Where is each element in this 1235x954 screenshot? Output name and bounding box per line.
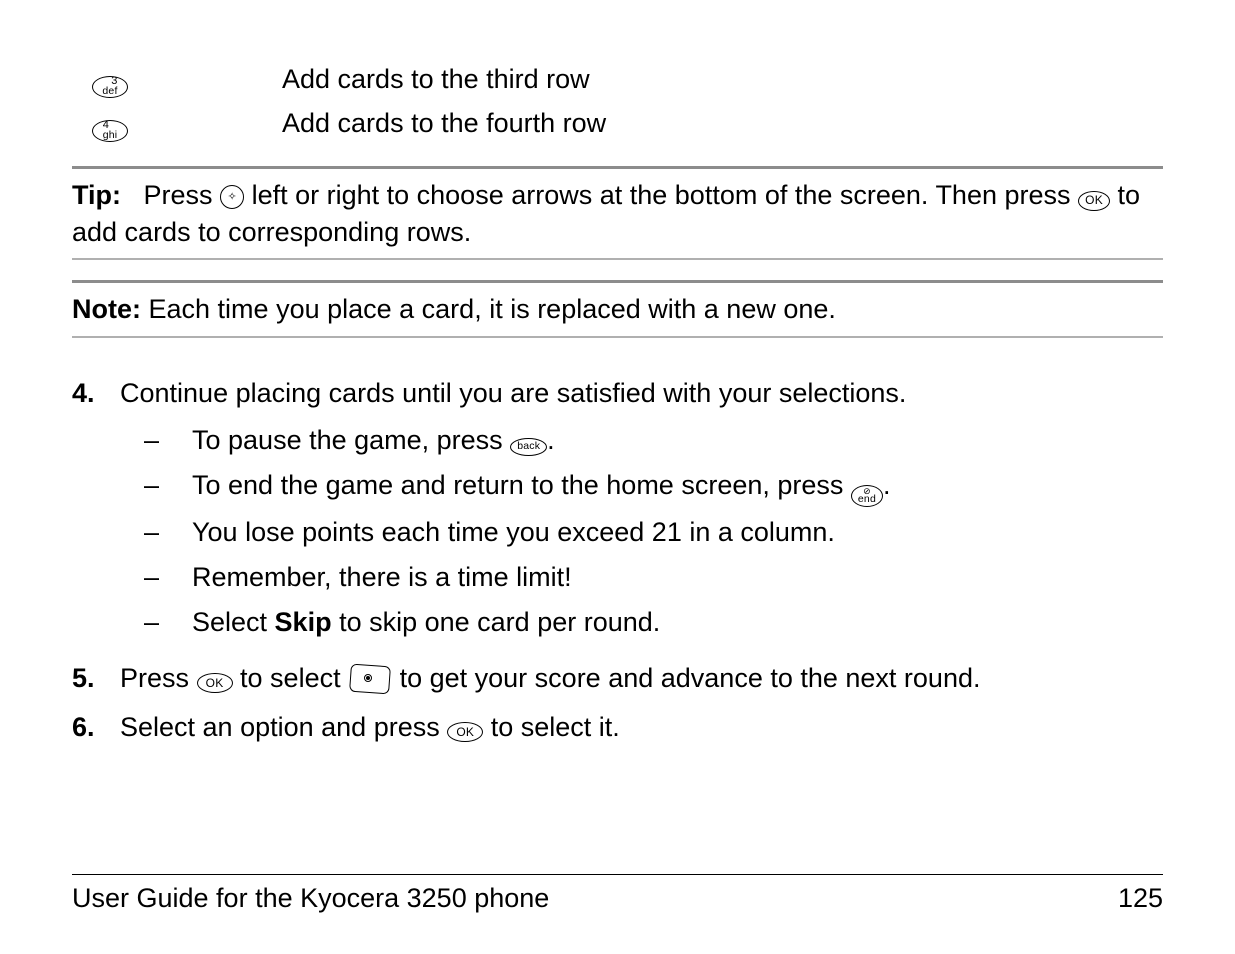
- step-body: Select an option and press OK to select …: [120, 708, 1163, 747]
- key-4-ghi-icon: 4 ghi: [92, 120, 128, 142]
- ok-key-icon: OK: [197, 673, 233, 693]
- sub-item: –To end the game and return to the home …: [120, 466, 1163, 507]
- score-card-icon: [350, 665, 390, 693]
- step-item: 6.Select an option and press OK to selec…: [72, 708, 1163, 747]
- key-row: 3 def Add cards to the third row: [72, 60, 606, 104]
- step-item: 4.Continue placing cards until you are s…: [72, 374, 1163, 649]
- sub-item: –You lose points each time you exceed 21…: [120, 513, 1163, 552]
- step-item: 5.Press OK to select to get your score a…: [72, 659, 1163, 698]
- step-number: 6.: [72, 708, 120, 747]
- note-label: Note:: [72, 294, 141, 324]
- back-key-icon: back: [510, 438, 547, 456]
- dash-bullet: –: [144, 558, 192, 597]
- footer-page-number: 125: [1118, 883, 1163, 914]
- sub-item: –Select Skip to skip one card per round.: [120, 603, 1163, 642]
- tip-callout: Tip: Press ✧ left or right to choose arr…: [72, 166, 1163, 260]
- key-3-def-icon: 3 def: [92, 76, 128, 98]
- sub-item: –To pause the game, press back.: [120, 421, 1163, 460]
- tip-label: Tip:: [72, 180, 121, 210]
- sub-item: –Remember, there is a time limit!: [120, 558, 1163, 597]
- footer-title: User Guide for the Kyocera 3250 phone: [72, 883, 549, 914]
- dash-bullet: –: [144, 466, 192, 507]
- step-body: Press OK to select to get your score and…: [120, 659, 1163, 698]
- step-list: 4.Continue placing cards until you are s…: [72, 374, 1163, 747]
- sub-list: –To pause the game, press back. –To end t…: [120, 421, 1163, 643]
- step-number: 5.: [72, 659, 120, 698]
- note-text: Each time you place a card, it is replac…: [149, 294, 836, 324]
- key-row: 4 ghi Add cards to the fourth row: [72, 104, 606, 148]
- key-row-text: Add cards to the fourth row: [282, 104, 606, 148]
- note-callout: Note: Each time you place a card, it is …: [72, 280, 1163, 337]
- dash-bullet: –: [144, 421, 192, 460]
- ok-key-icon: OK: [1078, 191, 1110, 211]
- key-row-text: Add cards to the third row: [282, 60, 606, 104]
- key-row-table: 3 def Add cards to the third row 4 ghi A…: [72, 60, 606, 148]
- dash-bullet: –: [144, 513, 192, 552]
- ok-key-icon: OK: [447, 722, 483, 742]
- step-body: Continue placing cards until you are sat…: [120, 374, 1163, 649]
- step-number: 4.: [72, 374, 120, 649]
- navigation-key-icon: ✧: [220, 185, 244, 209]
- end-key-icon: ⊘end: [851, 485, 883, 507]
- dash-bullet: –: [144, 603, 192, 642]
- page-footer: User Guide for the Kyocera 3250 phone 12…: [72, 874, 1163, 915]
